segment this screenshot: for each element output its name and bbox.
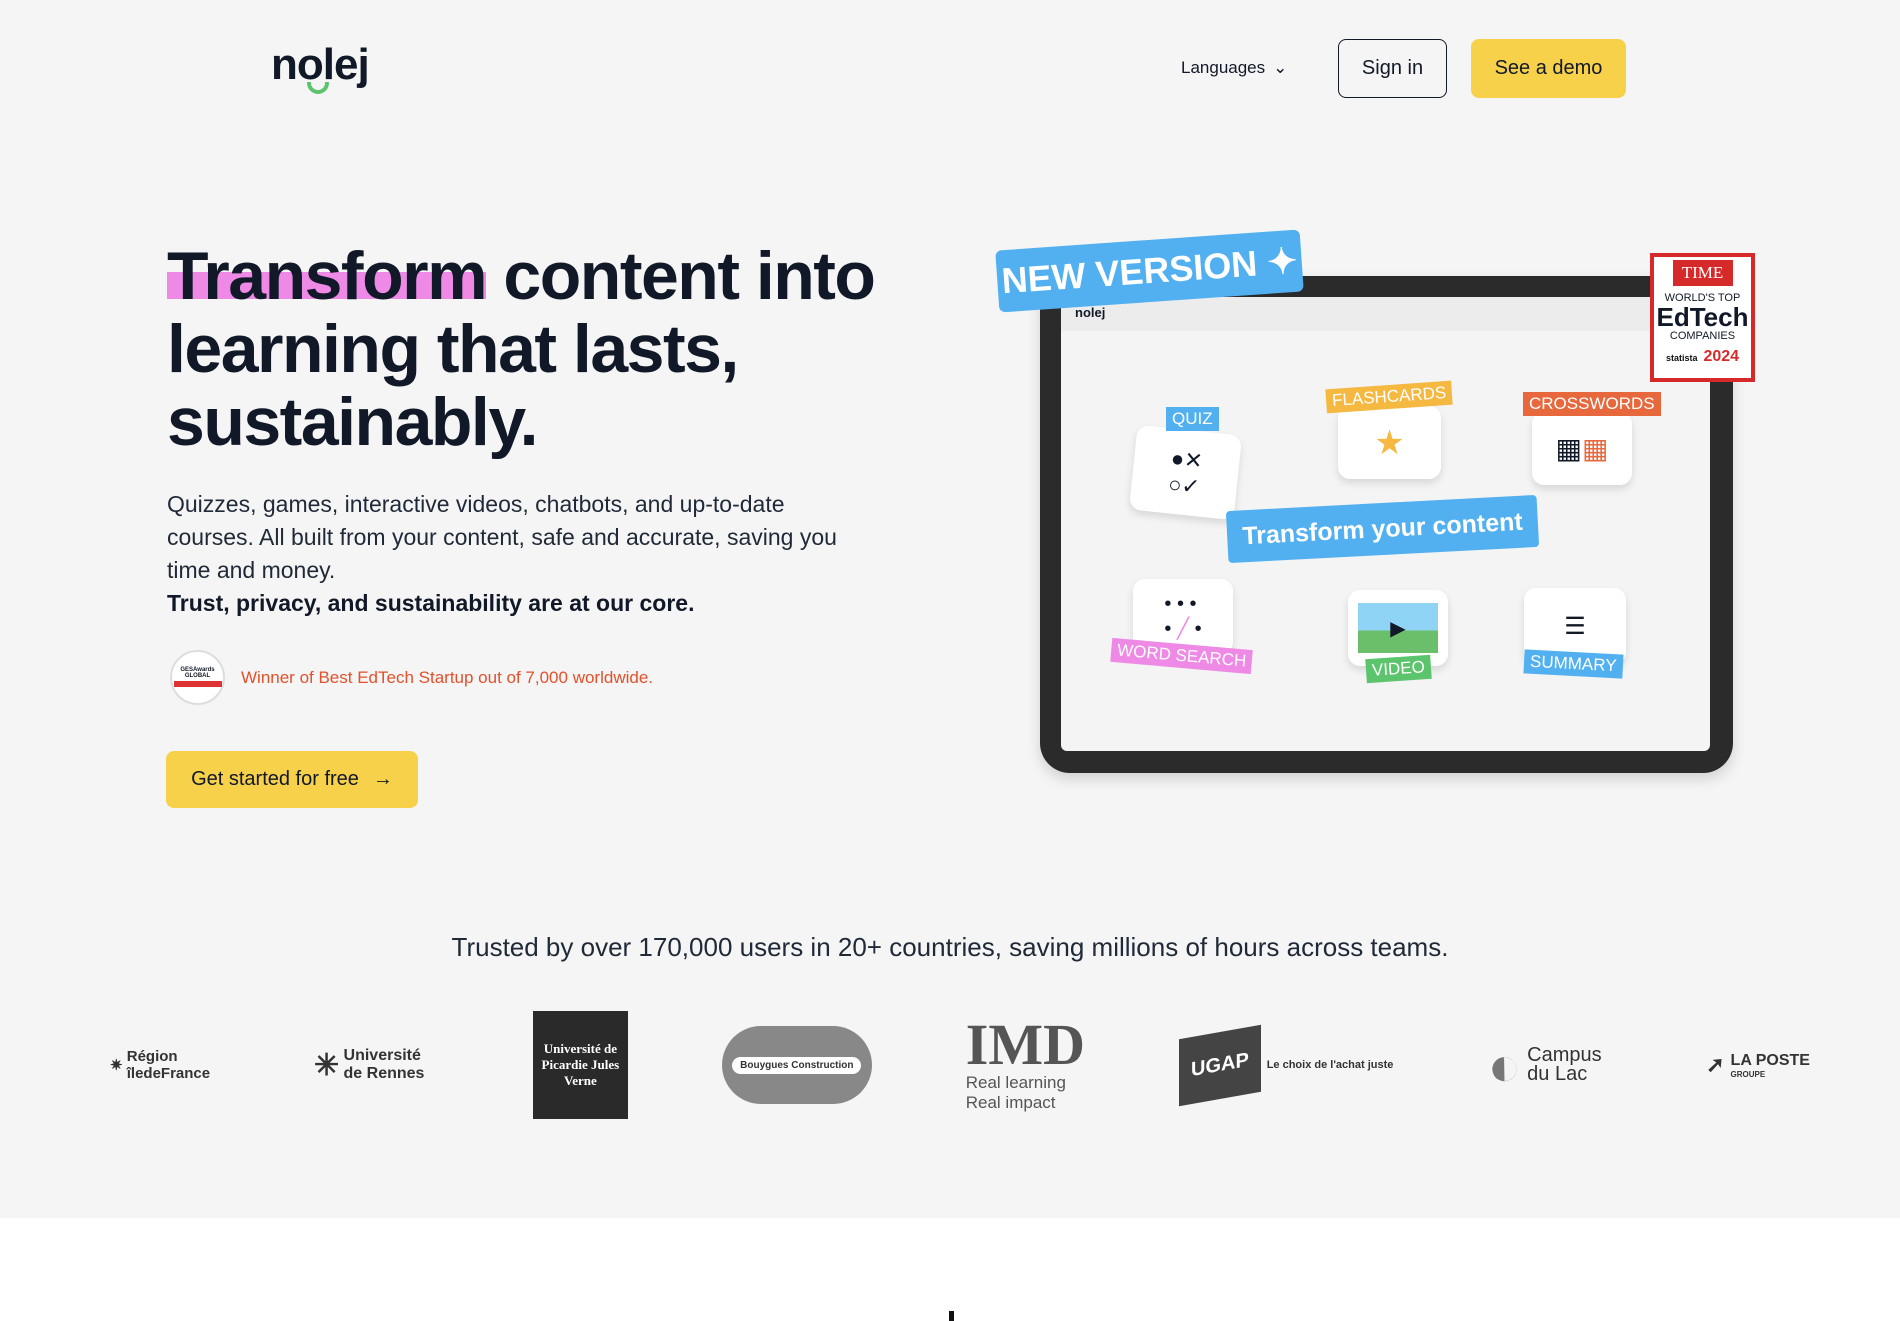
tablet-illustration: nolej ●✕ ○✓ QUIZ ★ FLASHCARDS ▦▦ CROSSWOR… bbox=[1040, 276, 1733, 773]
languages-label: Languages bbox=[1181, 58, 1266, 77]
imd-text: IMD bbox=[965, 1012, 1085, 1077]
award-text: Winner of Best EdTech Startup out of 7,0… bbox=[241, 667, 654, 687]
quiz-card: ●✕ ○✓ bbox=[1128, 424, 1243, 521]
chevron-down-icon: ⌄ bbox=[1273, 58, 1288, 77]
seal-text: GESAwards GLOBAL bbox=[180, 666, 215, 679]
next-section bbox=[0, 1218, 1900, 1321]
logo-univ-picardie: Université de Picardie Jules Verne bbox=[532, 1011, 628, 1119]
new-version-text: NEW VERSION bbox=[1000, 242, 1259, 302]
video-card: ▶ bbox=[1348, 590, 1448, 666]
logo-text: Bouygues Construction bbox=[732, 1056, 862, 1074]
logo-text: Région îledeFrance bbox=[126, 1048, 211, 1082]
asterisk-icon: ✷ bbox=[110, 1057, 123, 1074]
crosswords-card: ▦▦ bbox=[1532, 412, 1632, 485]
client-logos: ✷ Région îledeFrance ✳ Université de Ren… bbox=[110, 1010, 1810, 1120]
summary-label: SUMMARY bbox=[1523, 649, 1624, 679]
logo-imd: IMD Real learning Real impact bbox=[965, 1012, 1085, 1113]
description-text: Quizzes, games, interactive videos, chat… bbox=[167, 491, 837, 583]
crosswords-icon: ▦▦ bbox=[1555, 433, 1609, 464]
headline-highlight: Transform bbox=[167, 238, 488, 314]
hero-headline: Transform content into learning that las… bbox=[167, 238, 887, 459]
logo-campus-du-lac: ◐ Campus du Lac bbox=[1487, 1033, 1612, 1098]
la-poste-text: LA POSTE bbox=[1730, 1051, 1810, 1069]
logo-bouygues: Bouygues Construction bbox=[721, 1026, 872, 1104]
hero-description: Quizzes, games, interactive videos, chat… bbox=[167, 488, 867, 620]
app-logo: nolej bbox=[1075, 305, 1106, 320]
time-line2: EdTech bbox=[1656, 302, 1749, 332]
flashcards-card: ★ bbox=[1338, 406, 1441, 479]
logo-region-idf: ✷ Région îledeFrance bbox=[110, 1048, 220, 1082]
summary-list-icon: ☰ bbox=[1564, 612, 1586, 640]
sparkle-icon: ✦ bbox=[1265, 239, 1299, 283]
time-year: 2024 bbox=[1703, 348, 1740, 365]
languages-dropdown[interactable]: Languages ⌄ bbox=[1181, 58, 1287, 78]
emphasis-text: Trust, privacy, and sustainability are a… bbox=[167, 590, 695, 616]
award-row: GESAwards GLOBAL Winner of Best EdTech S… bbox=[170, 650, 653, 705]
campus-text: Campus du Lac bbox=[1527, 1044, 1602, 1085]
quiz-icon: ●✕ ○✓ bbox=[1167, 444, 1204, 500]
la-poste-bird-icon: ➚ bbox=[1706, 1052, 1725, 1077]
time-edtech-badge: TIME WORLD'S TOP EdTech COMPANIES statis… bbox=[1650, 253, 1755, 382]
section-marker bbox=[949, 1311, 954, 1321]
ugap-text: UGAP bbox=[1178, 1024, 1261, 1106]
flashcards-icon: ★ bbox=[1374, 423, 1405, 462]
nolej-logo[interactable]: nolej bbox=[271, 40, 370, 94]
crosswords-label: CROSSWORDS bbox=[1523, 392, 1661, 416]
app-bar: nolej bbox=[1061, 297, 1710, 331]
cta-label: Get started for free bbox=[191, 768, 359, 790]
smile-icon bbox=[307, 82, 329, 94]
transform-content-pill: Transform your content bbox=[1225, 494, 1540, 564]
imd-tagline1: Real learning bbox=[965, 1073, 1066, 1092]
time-brand: TIME bbox=[1672, 260, 1733, 286]
quiz-label: QUIZ bbox=[1166, 407, 1219, 431]
logo-ugap: UGAP Le choix de l'achat juste bbox=[1178, 1024, 1394, 1106]
logo-la-poste: ➚ LA POSTE GROUPE bbox=[1706, 1052, 1810, 1079]
snowflake-icon: ✳ bbox=[313, 1048, 340, 1082]
la-poste-groupe: GROUPE bbox=[1730, 1069, 1766, 1079]
tablet-screen: nolej ●✕ ○✓ QUIZ ★ FLASHCARDS ▦▦ CROSSWOR… bbox=[1061, 297, 1710, 751]
ugap-tagline: Le choix de l'achat juste bbox=[1266, 1059, 1394, 1071]
get-started-button[interactable]: Get started for free → bbox=[166, 751, 418, 808]
trusted-text: Trusted by over 170,000 users in 20+ cou… bbox=[451, 932, 1449, 962]
word-search-icon: • • • • ╱ • bbox=[1164, 592, 1202, 640]
play-video-icon: ▶ bbox=[1358, 603, 1438, 653]
statista-text: statista bbox=[1665, 353, 1698, 363]
arrow-right-icon: → bbox=[372, 768, 393, 790]
see-demo-button[interactable]: See a demo bbox=[1471, 39, 1626, 98]
campus-circle-icon: ◐ bbox=[1487, 1033, 1522, 1097]
logo-text: Université de Rennes bbox=[343, 1047, 425, 1082]
gesawards-seal: GESAwards GLOBAL bbox=[170, 650, 225, 705]
sign-in-button[interactable]: Sign in bbox=[1338, 39, 1447, 98]
imd-tagline2: Real impact bbox=[965, 1093, 1056, 1112]
video-label: VIDEO bbox=[1365, 654, 1432, 684]
logo-univ-rennes: ✳ Université de Rennes bbox=[314, 1047, 439, 1083]
